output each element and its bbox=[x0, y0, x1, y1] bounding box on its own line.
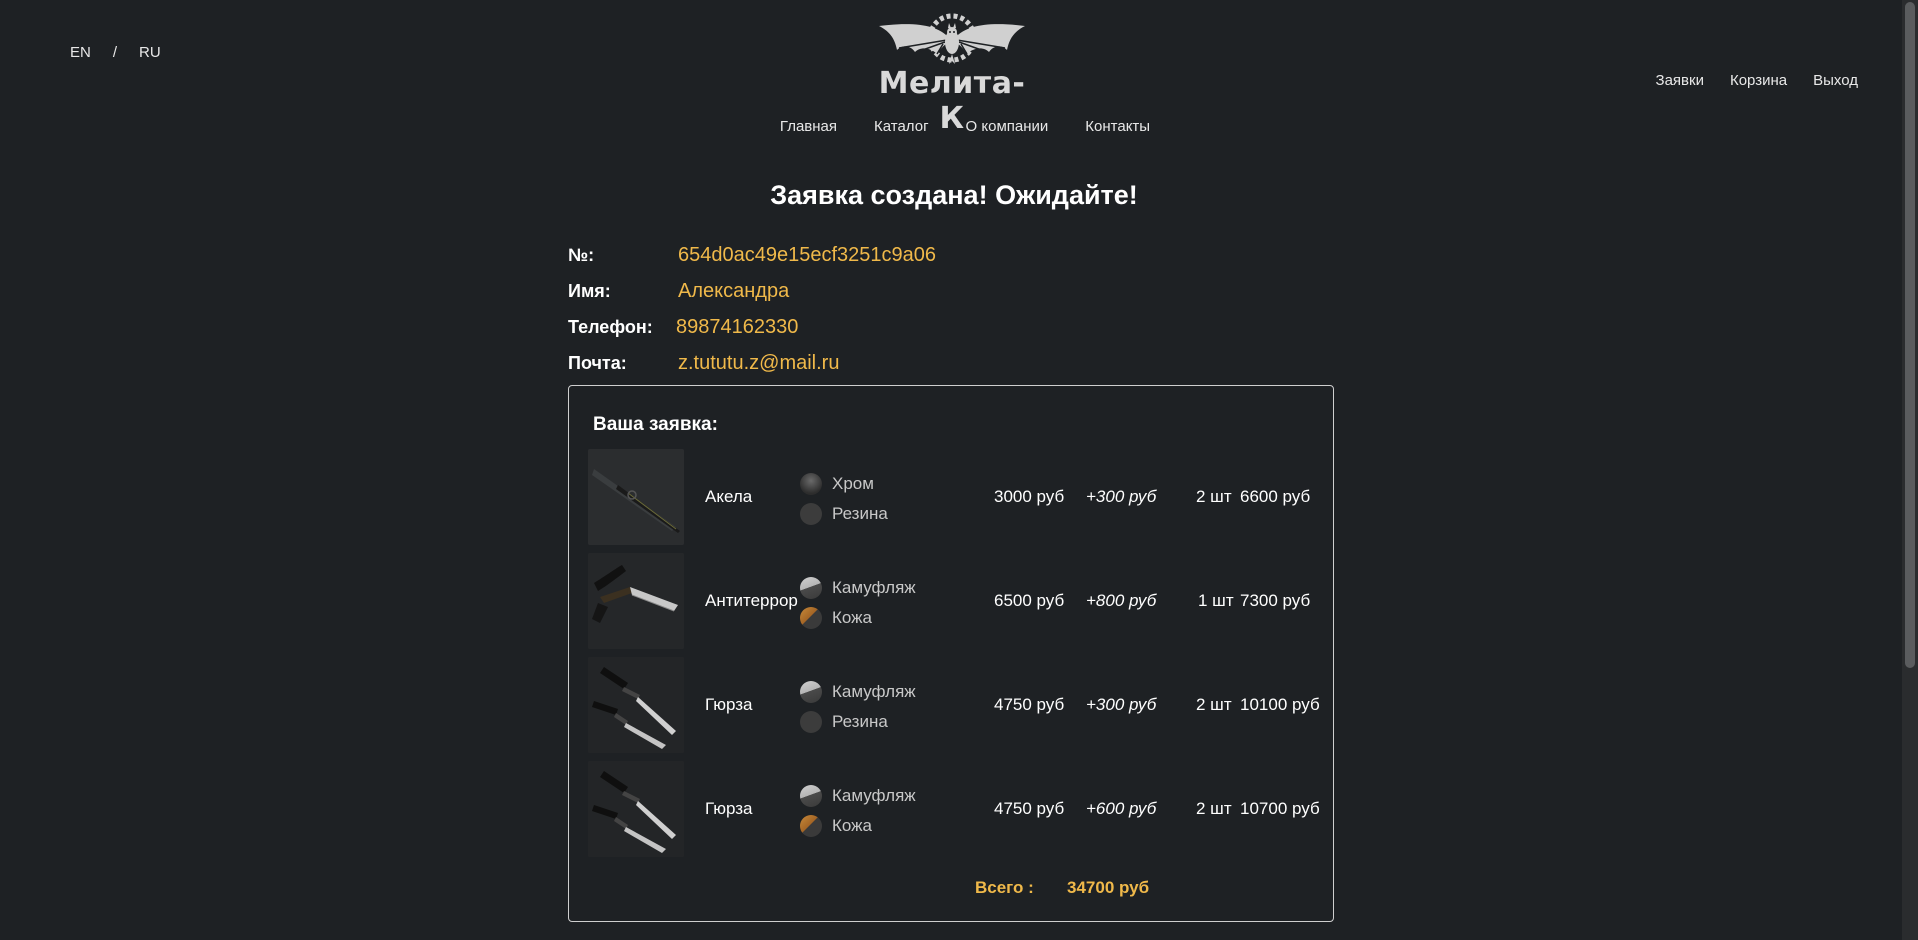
item-option: Хром bbox=[800, 469, 888, 499]
phone-value: 89874162330 bbox=[676, 315, 799, 338]
name-label: Имя: bbox=[568, 280, 611, 301]
order-info: №: 654d0ac49e15ecf3251c9a06 Имя: Алексан… bbox=[568, 237, 936, 381]
item-extra: +600 руб bbox=[1086, 799, 1157, 818]
nav-catalog-link[interactable]: Каталог bbox=[874, 118, 929, 135]
info-row-name: Имя: Александра bbox=[568, 273, 936, 309]
item-total: 7300 руб bbox=[1240, 591, 1311, 610]
option-label: Камуфляж bbox=[832, 786, 916, 805]
nav-contacts-link[interactable]: Контакты bbox=[1085, 118, 1150, 135]
item-price: 4750 руб bbox=[994, 799, 1065, 818]
item-option: Камуфляж bbox=[800, 573, 916, 603]
scrollbar-thumb[interactable] bbox=[1905, 2, 1915, 668]
camo-swatch-icon bbox=[800, 577, 822, 599]
item-extra: +300 руб bbox=[1086, 487, 1157, 506]
item-extra: +800 руб bbox=[1086, 591, 1157, 610]
option-label: Камуфляж bbox=[832, 578, 916, 597]
nav-logout-link[interactable]: Выход bbox=[1813, 72, 1858, 89]
number-label: №: bbox=[568, 244, 595, 265]
item-price: 4750 руб bbox=[994, 695, 1065, 714]
language-switch: EN / RU bbox=[70, 44, 161, 61]
item-options: Камуфляж Кожа bbox=[800, 573, 916, 633]
option-label: Хром bbox=[832, 474, 874, 493]
nav-cart-link[interactable]: Корзина bbox=[1730, 72, 1787, 89]
item-total: 10700 руб bbox=[1240, 799, 1320, 818]
leather-swatch-icon bbox=[800, 607, 822, 629]
info-row-email: Почта: z.tututu.z@mail.ru bbox=[568, 345, 936, 381]
order-item: Гюрза Камуфляж Кожа 4750 руб +600 руб 2 … bbox=[588, 761, 1328, 857]
item-price: 6500 руб bbox=[994, 591, 1065, 610]
main-nav: Главная Каталог О компании Контакты bbox=[0, 118, 1918, 135]
option-label: Кожа bbox=[832, 816, 872, 835]
item-name: Гюрза bbox=[705, 799, 753, 818]
item-name: Акела bbox=[705, 487, 753, 506]
leather-swatch-icon bbox=[800, 815, 822, 837]
lang-separator: / bbox=[112, 44, 118, 61]
chrome-swatch-icon bbox=[800, 473, 822, 495]
name-value: Александра bbox=[678, 279, 790, 302]
order-item: Гюрза Камуфляж Резина 4750 руб +300 руб … bbox=[588, 657, 1328, 753]
info-row-number: №: 654d0ac49e15ecf3251c9a06 bbox=[568, 237, 936, 273]
user-nav: Заявки Корзина Выход bbox=[1656, 72, 1858, 89]
option-label: Камуфляж bbox=[832, 682, 916, 701]
nav-orders-link[interactable]: Заявки bbox=[1656, 72, 1704, 89]
item-price: 3000 руб bbox=[994, 487, 1065, 506]
item-qty: 2 шт bbox=[1196, 799, 1232, 818]
lang-en-link[interactable]: EN bbox=[70, 44, 91, 61]
item-options: Камуфляж Резина bbox=[800, 677, 916, 737]
lang-ru-link[interactable]: RU bbox=[139, 44, 161, 61]
item-option: Кожа bbox=[800, 811, 916, 841]
order-item: Антитеррор Камуфляж Кожа 6500 руб +800 р… bbox=[588, 553, 1328, 649]
item-name: Антитеррор bbox=[705, 591, 798, 610]
item-total: 10100 руб bbox=[1240, 695, 1320, 714]
item-total: 6600 руб bbox=[1240, 487, 1311, 506]
info-row-phone: Телефон: 89874162330 bbox=[568, 309, 936, 345]
item-extra: +300 руб bbox=[1086, 695, 1157, 714]
knife-gyurza-icon[interactable] bbox=[588, 761, 684, 857]
knife-akela-icon[interactable] bbox=[588, 449, 684, 545]
item-qty: 2 шт bbox=[1196, 695, 1232, 714]
camo-swatch-icon bbox=[800, 785, 822, 807]
item-option: Камуфляж bbox=[800, 677, 916, 707]
logo[interactable]: Мелита-К bbox=[870, 12, 1034, 136]
rubber-swatch-icon bbox=[800, 711, 822, 733]
nav-about-link[interactable]: О компании bbox=[966, 118, 1049, 135]
item-option: Кожа bbox=[800, 603, 916, 633]
camo-swatch-icon bbox=[800, 681, 822, 703]
bat-logo-icon bbox=[879, 13, 1025, 64]
item-qty: 1 шт bbox=[1198, 591, 1234, 610]
knife-antiterror-icon[interactable] bbox=[588, 553, 684, 649]
item-option: Резина bbox=[800, 499, 888, 529]
phone-label: Телефон: bbox=[568, 316, 653, 337]
item-options: Камуфляж Кожа bbox=[800, 781, 916, 841]
total-value: 34700 руб bbox=[1067, 878, 1150, 897]
option-label: Резина bbox=[832, 712, 888, 731]
item-options: Хром Резина bbox=[800, 469, 888, 529]
option-label: Кожа bbox=[832, 608, 872, 627]
email-label: Почта: bbox=[568, 352, 627, 373]
item-qty: 2 шт bbox=[1196, 487, 1232, 506]
option-label: Резина bbox=[832, 504, 888, 523]
item-option: Камуфляж bbox=[800, 781, 916, 811]
order-box: Ваша заявка: Акела Хром Резина 3000 руб … bbox=[568, 385, 1334, 922]
knife-gyurza-icon[interactable] bbox=[588, 657, 684, 753]
order-title: Ваша заявка: bbox=[593, 414, 718, 435]
nav-home-link[interactable]: Главная bbox=[780, 118, 837, 135]
page: EN / RU Мелита-К Заявки Корзина Выход Гл… bbox=[0, 0, 1918, 940]
item-option: Резина bbox=[800, 707, 916, 737]
item-name: Гюрза bbox=[705, 695, 753, 714]
number-value: 654d0ac49e15ecf3251c9a06 bbox=[678, 243, 937, 266]
order-item: Акела Хром Резина 3000 руб +300 руб 2 шт… bbox=[588, 449, 1328, 545]
scrollbar[interactable] bbox=[1902, 0, 1918, 940]
email-value: z.tututu.z@mail.ru bbox=[678, 351, 840, 374]
total-label: Всего : bbox=[975, 878, 1034, 897]
rubber-swatch-icon bbox=[800, 503, 822, 525]
page-title: Заявка создана! Ожидайте! bbox=[770, 180, 1138, 210]
